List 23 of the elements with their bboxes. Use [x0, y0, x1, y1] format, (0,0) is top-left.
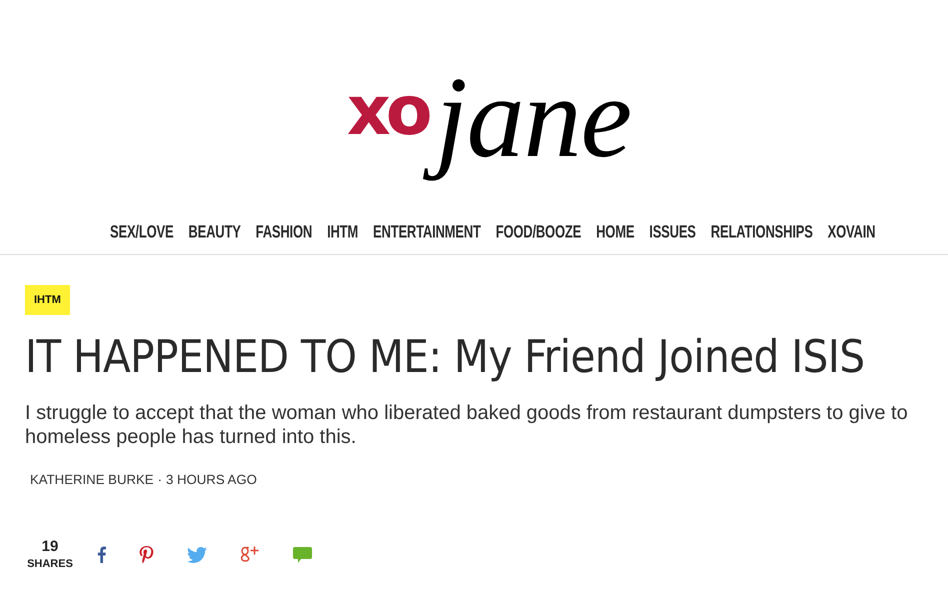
nav-link[interactable]: XOVAIN	[828, 222, 876, 242]
pinterest-icon[interactable]	[139, 546, 154, 564]
category-tag[interactable]: IHTM	[25, 285, 70, 315]
author-link[interactable]: KATHERINE BURKE	[30, 472, 154, 488]
article-title: IT HAPPENED TO ME: My Friend Joined ISIS	[25, 331, 866, 383]
article-summary: I struggle to accept that the woman who liberated baked goods from restaurant dumpsters to give to homeless people has turned into this.	[25, 401, 909, 449]
shares-label: SHARES	[27, 558, 73, 571]
comment-icon[interactable]	[293, 546, 312, 562]
bird-icon[interactable]	[187, 546, 207, 562]
nav-link[interactable]: SEX/LOVE	[110, 222, 174, 242]
nav-link[interactable]: HOME	[596, 222, 634, 242]
nav-link[interactable]: ENTERTAINMENT	[373, 222, 481, 242]
nav-link[interactable]: RELATIONSHIPS	[710, 222, 813, 242]
nav-link[interactable]: BEAUTY	[188, 222, 241, 242]
share-count: 19	[42, 538, 58, 555]
byline-separator: ·	[158, 472, 162, 488]
nav-link[interactable]: FOOD/BOOZE	[496, 222, 582, 242]
nav-link[interactable]: FASHION	[256, 222, 312, 242]
post-time: 3 HOURS AGO	[166, 472, 257, 488]
facebook-icon[interactable]	[97, 546, 106, 563]
google-plus-icon[interactable]	[240, 546, 260, 564]
nav-link[interactable]: ISSUES	[649, 222, 696, 242]
nav-link[interactable]: IHTM	[327, 222, 358, 242]
